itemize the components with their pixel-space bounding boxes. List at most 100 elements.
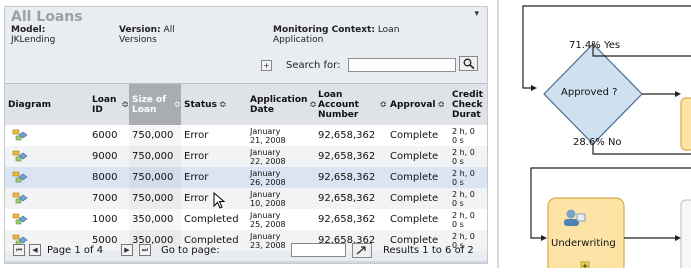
credit-cell: 2 h, 00 s xyxy=(449,125,487,146)
prev-page-button[interactable]: ◀ xyxy=(29,244,41,256)
table-row[interactable]: 8000 750,000 Error January 26, 2008 92,658,36… xyxy=(5,167,487,188)
col-header-status[interactable]: Status ≎ xyxy=(181,84,247,125)
date-line: 26, 2008 xyxy=(250,177,286,187)
credit-cell: 2 h, 00 s xyxy=(449,209,487,230)
col-label: Loan Account Number xyxy=(318,89,359,120)
date-cell: January 22, 2008 xyxy=(247,146,315,167)
diagram-cell[interactable] xyxy=(5,188,59,209)
sort-icon: ≎ xyxy=(173,99,181,110)
diagram-cell[interactable] xyxy=(5,125,59,146)
col-label: Diagram xyxy=(8,99,51,110)
credit-line: 2 h, 0 xyxy=(452,126,475,136)
page-indicator: Page 1 of 4 xyxy=(47,245,104,256)
col-header-size[interactable]: Size of Loan ≎ xyxy=(129,84,181,125)
credit-line: 2 h, 0 xyxy=(452,189,475,199)
context-value: Loan xyxy=(377,25,400,35)
context-value-cont: Application xyxy=(273,35,324,45)
col-label: Credit Check Durat xyxy=(452,89,483,120)
table-row[interactable]: 9000 750,000 Error January 22, 2008 92,658,36… xyxy=(5,146,487,167)
diagram-icon[interactable] xyxy=(12,192,30,204)
arrow-head xyxy=(675,235,681,241)
account-cell: 92,658,362 xyxy=(318,214,376,225)
loan_id-cell: 7000 xyxy=(92,193,118,204)
diagram-icon[interactable] xyxy=(12,150,30,162)
loan_id-cell: 9000 xyxy=(92,151,118,162)
credit-cell: 2 h, 00 s xyxy=(449,167,487,188)
sort-icon: ≎ xyxy=(121,99,129,110)
sort-icon: ≎ xyxy=(437,99,446,110)
status-cell: Completed xyxy=(184,214,239,225)
col-label: Size of Loan xyxy=(132,94,167,115)
page-input[interactable] xyxy=(291,243,346,257)
col-header-credit[interactable]: Credit Check Durat xyxy=(449,84,487,125)
col-label: Status xyxy=(184,99,217,110)
horizontal-scrollbar[interactable] xyxy=(5,261,487,263)
date-line: January xyxy=(250,231,281,241)
diagram-cell[interactable] xyxy=(5,209,59,230)
panel-title: All Loans xyxy=(11,9,83,25)
first-page-button[interactable]: ⏮ xyxy=(13,244,25,256)
underwriting-task[interactable] xyxy=(547,197,625,272)
credit-line: 2 h, 0 xyxy=(452,231,475,241)
date-cell: January 26, 2008 xyxy=(247,167,315,188)
task-shape-partial[interactable] xyxy=(680,97,691,151)
col-header-loan-id[interactable]: Loan ID ≎ xyxy=(89,84,129,125)
diagram-icon[interactable] xyxy=(12,213,30,225)
context-info: Monitoring Context: Loan Application xyxy=(273,25,399,45)
table-row[interactable]: 7000 750,000 Error January 10, 2008 92,658,36… xyxy=(5,188,487,209)
size-cell: 350,000 xyxy=(129,209,181,230)
credit-line: 2 h, 0 xyxy=(452,168,475,178)
approval-cell: Complete xyxy=(390,193,439,204)
diagram-cell[interactable] xyxy=(5,167,59,188)
size-cell: 750,000 xyxy=(129,167,181,188)
date-cell: January 21, 2008 xyxy=(247,125,315,146)
col-header-app-date[interactable]: Application Date ≎ xyxy=(247,84,317,125)
table-row[interactable]: 6000 750,000 Error January 21, 2008 92,658,36… xyxy=(5,125,487,146)
next-page-button[interactable]: ▶ xyxy=(121,244,133,256)
panel-menu-icon[interactable]: ▾ xyxy=(474,9,479,19)
expand-search-icon[interactable]: + xyxy=(261,60,272,71)
date-line: January xyxy=(250,189,281,199)
pager: ⏮ ◀ Page 1 of 4 ▶ ⏭ Go to page: Results … xyxy=(5,242,487,263)
status-cell: Error xyxy=(184,151,209,162)
credit-cell: 2 h, 00 s xyxy=(449,146,487,167)
credit-line: 0 s xyxy=(452,198,464,208)
loan_id-cell: 1000 xyxy=(92,214,118,225)
credit-line: 0 s xyxy=(452,219,464,229)
diagram-icon[interactable] xyxy=(12,129,30,141)
col-header-account[interactable]: Loan Account Number ≎ xyxy=(315,84,387,125)
version-value-cont: Versions xyxy=(119,35,157,45)
date-line: 25, 2008 xyxy=(250,219,286,229)
diagram-cell[interactable] xyxy=(5,146,59,167)
date-line: January xyxy=(250,210,281,220)
all-loans-panel: All Loans ▾ Model: JKLending Version: Al… xyxy=(4,6,488,264)
col-label: Application Date xyxy=(250,94,308,115)
next-task-partial[interactable] xyxy=(680,199,691,272)
version-info: Version: All Versions xyxy=(119,25,175,45)
go-button[interactable] xyxy=(352,243,372,258)
yes-label: 71.4% Yes xyxy=(569,40,621,51)
approval-cell: Complete xyxy=(390,151,439,162)
account-cell: 92,658,362 xyxy=(318,130,376,141)
table-header: Diagram Loan ID ≎ Size of Loan ≎ Status … xyxy=(5,83,487,126)
loan_id-cell: 6000 xyxy=(92,130,118,141)
search-input[interactable] xyxy=(348,58,456,72)
col-header-approval[interactable]: Approval ≎ xyxy=(387,84,449,125)
date-line: January xyxy=(250,126,281,136)
magnifier-icon xyxy=(463,58,475,69)
credit-line: 0 s xyxy=(452,135,464,145)
arrow-head xyxy=(531,85,537,91)
model-label: Model: xyxy=(11,25,46,35)
version-label: Version: xyxy=(119,25,161,35)
sort-icon: ≎ xyxy=(218,99,227,110)
pane-divider[interactable] xyxy=(497,0,499,268)
diagram-icon[interactable] xyxy=(12,171,30,183)
last-page-button[interactable]: ⏭ xyxy=(139,244,151,256)
date-line: January xyxy=(250,147,281,157)
credit-line: 2 h, 0 xyxy=(452,210,475,220)
table-row[interactable]: 1000 350,000 Completed January 25, 2008 92,65… xyxy=(5,209,487,230)
credit-line: 0 s xyxy=(452,156,464,166)
date-line: 22, 2008 xyxy=(250,156,286,166)
search-button[interactable] xyxy=(459,56,478,71)
col-header-diagram[interactable]: Diagram xyxy=(5,84,59,125)
